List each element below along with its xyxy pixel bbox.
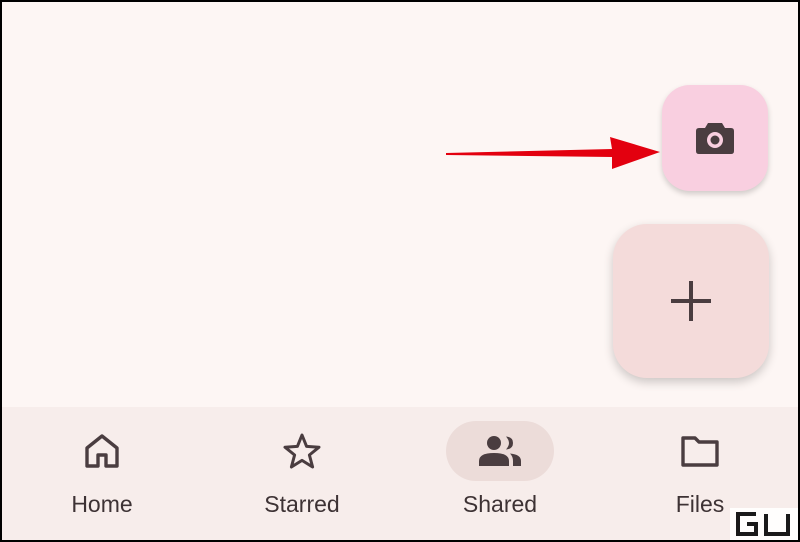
nav-pill-files bbox=[646, 421, 754, 481]
nav-pill-home bbox=[48, 421, 156, 481]
people-icon bbox=[479, 436, 521, 466]
app-screen: Home Starred Shared Files bbox=[0, 0, 800, 542]
nav-pill-shared bbox=[446, 421, 554, 481]
nav-item-home[interactable]: Home bbox=[2, 407, 202, 540]
camera-fab-button[interactable] bbox=[662, 85, 768, 191]
annotation-arrow bbox=[446, 137, 660, 169]
nav-item-starred[interactable]: Starred bbox=[202, 407, 402, 540]
add-fab-button[interactable] bbox=[613, 224, 769, 378]
camera-icon bbox=[696, 123, 734, 154]
watermark-logo bbox=[730, 508, 798, 540]
nav-pill-starred bbox=[248, 421, 356, 481]
nav-item-shared[interactable]: Shared bbox=[400, 407, 600, 540]
nav-label-home: Home bbox=[71, 491, 133, 517]
home-icon bbox=[85, 434, 119, 468]
folder-icon bbox=[681, 436, 719, 467]
star-icon bbox=[283, 433, 321, 469]
plus-icon bbox=[671, 281, 711, 321]
nav-label-files: Files bbox=[675, 491, 725, 517]
nav-label-starred: Starred bbox=[264, 491, 340, 517]
nav-label-shared: Shared bbox=[462, 491, 538, 517]
bottom-navigation: Home Starred Shared Files bbox=[2, 407, 798, 540]
